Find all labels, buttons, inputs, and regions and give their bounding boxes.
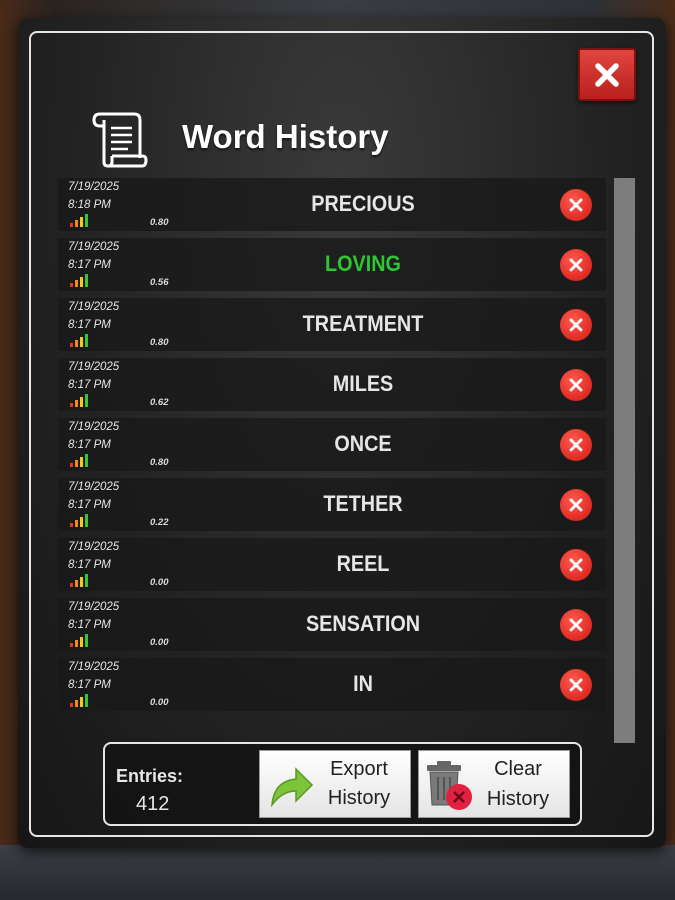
entry-word: PRECIOUS (311, 191, 415, 216)
trash-icon (427, 761, 472, 810)
history-row: 7/19/2025 8:17 PM 0.80 ONCE (58, 418, 606, 471)
entry-score: 0.80 (150, 337, 169, 348)
export-label-line1: Export (330, 758, 388, 780)
entries-label: Entries: (116, 766, 184, 786)
scroll-icon (92, 112, 148, 168)
entry-word: TETHER (323, 491, 403, 516)
history-row: 7/19/2025 8:18 PM 0.80 PRECIOUS (58, 178, 606, 231)
entry-score: 0.00 (150, 577, 169, 588)
entry-word: TREATMENT (302, 311, 424, 336)
background-bottom-strip (0, 845, 675, 900)
signal-bars-icon (70, 513, 94, 527)
delete-x-icon (569, 618, 583, 632)
entry-time: 8:17 PM (68, 379, 111, 391)
delete-x-icon (569, 678, 583, 692)
entry-score: 0.00 (150, 637, 169, 648)
signal-bars-icon (70, 333, 94, 347)
history-row: 7/19/2025 8:17 PM 0.00 IN (58, 658, 606, 711)
history-row: 7/19/2025 8:17 PM 0.56 LOVING (58, 238, 606, 291)
delete-x-icon (569, 198, 583, 212)
entry-score: 0.62 (150, 397, 169, 408)
entry-date: 7/19/2025 (68, 301, 120, 313)
page-title: Word History (182, 118, 389, 155)
delete-entry-button[interactable] (560, 549, 592, 581)
delete-entry-button[interactable] (560, 249, 592, 281)
entry-score: 0.22 (150, 517, 169, 528)
delete-entry-button[interactable] (560, 429, 592, 461)
delete-x-icon (569, 438, 583, 452)
clear-label-line2: History (486, 788, 550, 810)
history-row: 7/19/2025 8:17 PM 0.22 TETHER (58, 478, 606, 531)
signal-bars-icon (70, 633, 94, 647)
delete-x-icon (569, 498, 583, 512)
history-row: 7/19/2025 8:17 PM 0.00 SENSATION (58, 598, 606, 651)
delete-entry-button[interactable] (560, 189, 592, 221)
entry-word: IN (353, 671, 373, 696)
close-icon (595, 63, 619, 87)
entry-date: 7/19/2025 (68, 181, 120, 193)
signal-bars-icon (70, 573, 94, 587)
clear-label-line1: Clear (494, 758, 542, 780)
entry-score: 0.56 (150, 277, 169, 288)
delete-x-icon (569, 378, 583, 392)
entry-score: 0.80 (150, 217, 169, 228)
entry-time: 8:17 PM (68, 619, 111, 631)
signal-bars-icon (70, 273, 94, 287)
close-button[interactable] (578, 48, 636, 101)
history-row: 7/19/2025 8:17 PM 0.62 MILES (58, 358, 606, 411)
entry-word: LOVING (325, 251, 401, 276)
delete-entry-button[interactable] (560, 609, 592, 641)
entry-time: 8:17 PM (68, 559, 111, 571)
signal-bars-icon (70, 453, 94, 467)
delete-x-icon (569, 558, 583, 572)
clear-history-button[interactable]: Clear History (418, 750, 570, 818)
entry-date: 7/19/2025 (68, 601, 120, 613)
entry-time: 8:18 PM (68, 199, 111, 211)
entry-word: REEL (336, 551, 390, 576)
entry-word: MILES (332, 371, 394, 396)
entry-time: 8:17 PM (68, 259, 111, 271)
delete-entry-button[interactable] (560, 489, 592, 521)
entry-time: 8:17 PM (68, 679, 111, 691)
delete-x-icon (569, 318, 583, 332)
export-history-button[interactable]: Export History (259, 750, 411, 818)
signal-bars-icon (70, 213, 94, 227)
entry-time: 8:17 PM (68, 499, 111, 511)
entry-date: 7/19/2025 (68, 481, 120, 493)
history-row: 7/19/2025 8:17 PM 0.00 REEL (58, 538, 606, 591)
export-label-line2: History (327, 787, 391, 809)
entry-date: 7/19/2025 (68, 241, 120, 253)
entry-time: 8:17 PM (68, 319, 111, 331)
entry-word: ONCE (334, 431, 392, 456)
entry-score: 0.80 (150, 457, 169, 468)
delete-entry-button[interactable] (560, 309, 592, 341)
entries-count: 412 (136, 793, 170, 815)
scrollbar[interactable] (614, 178, 635, 743)
delete-x-icon (569, 258, 583, 272)
signal-bars-icon (70, 693, 94, 707)
export-arrow-icon (271, 767, 314, 807)
history-row: 7/19/2025 8:17 PM 0.80 TREATMENT (58, 298, 606, 351)
entry-date: 7/19/2025 (68, 541, 120, 553)
delete-entry-button[interactable] (560, 669, 592, 701)
signal-bars-icon (70, 393, 94, 407)
delete-entry-button[interactable] (560, 369, 592, 401)
entry-word: SENSATION (305, 611, 421, 636)
entry-date: 7/19/2025 (68, 661, 120, 673)
entry-date: 7/19/2025 (68, 421, 120, 433)
entry-score: 0.00 (150, 697, 169, 708)
entry-time: 8:17 PM (68, 439, 111, 451)
entry-date: 7/19/2025 (68, 361, 120, 373)
